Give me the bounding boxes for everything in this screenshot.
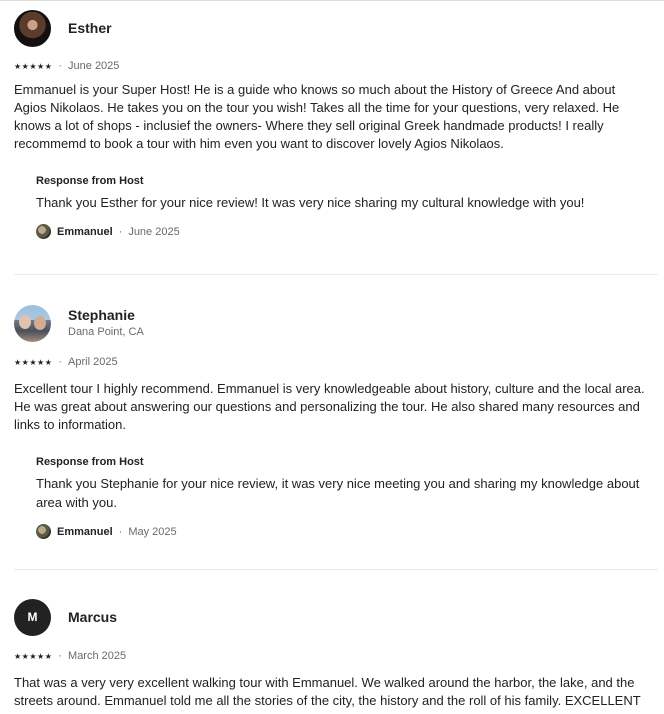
host-response: Response from Host Thank you Stephanie f…: [36, 455, 650, 539]
review-divider: [14, 569, 658, 570]
reviewer-avatar[interactable]: M: [14, 598, 51, 636]
response-date: May 2025: [128, 525, 177, 538]
host-avatar[interactable]: [36, 224, 51, 239]
reviewer-header: M Marcus: [14, 597, 650, 637]
response-text: Thank you Esther for your nice review! I…: [36, 195, 585, 210]
reviewer-avatar[interactable]: [14, 304, 51, 342]
response-text: Thank you Stephanie for your nice review…: [36, 476, 640, 510]
separator-dot: ·: [118, 525, 123, 538]
response-meta: Emmanuel · June 2025: [36, 224, 650, 239]
review-date: April 2025: [68, 356, 118, 368]
response-title: Response from Host: [36, 456, 144, 468]
review-text: Excellent tour I highly recommend. Emman…: [14, 381, 645, 432]
review-text: Emmanuel is your Super Host! He is a gui…: [14, 82, 620, 151]
separator-dot: ·: [58, 356, 63, 368]
separator-dot: ·: [58, 650, 63, 662]
reviewer-name: Marcus: [68, 608, 118, 625]
rating-stars-icon: ★★★★★: [14, 357, 53, 367]
response-meta: Emmanuel · May 2025: [36, 524, 650, 539]
separator-dot: ·: [58, 60, 63, 72]
reviewer-location: Dana Point, CA: [68, 326, 144, 338]
separator-dot: ·: [118, 225, 123, 238]
host-response: Response from Host Thank you Esther for …: [36, 174, 650, 239]
top-divider: [0, 0, 664, 1]
response-title: Response from Host: [36, 175, 144, 187]
review-meta: ★★★★★ · June 2025: [14, 59, 650, 73]
response-date: June 2025: [128, 225, 180, 238]
review-meta: ★★★★★ · April 2025: [14, 355, 650, 369]
host-name: Emmanuel: [57, 525, 113, 538]
review-date: June 2025: [68, 60, 120, 72]
rating-stars-icon: ★★★★★: [14, 651, 53, 661]
review-date: March 2025: [68, 650, 127, 662]
host-name: Emmanuel: [57, 225, 113, 238]
reviewer-name: Stephanie: [68, 307, 135, 323]
reviewer-header: Esther: [14, 8, 650, 48]
rating-stars-icon: ★★★★★: [14, 61, 53, 71]
review-item: M Marcus ★★★★★ · March 2025 That was a v…: [14, 597, 650, 710]
review-text: That was a very very excellent walking t…: [14, 675, 641, 708]
reviewer-avatar[interactable]: [14, 9, 51, 47]
reviewer-name: Esther: [68, 19, 112, 36]
review-meta: ★★★★★ · March 2025: [14, 649, 650, 663]
review-item: Esther ★★★★★ · June 2025 Emmanuel is you…: [14, 8, 650, 239]
review-item: Stephanie Dana Point, CA ★★★★★ · April 2…: [14, 303, 650, 539]
host-avatar[interactable]: [36, 524, 51, 539]
review-divider: [14, 274, 658, 275]
reviewer-header: Stephanie Dana Point, CA: [14, 303, 650, 343]
